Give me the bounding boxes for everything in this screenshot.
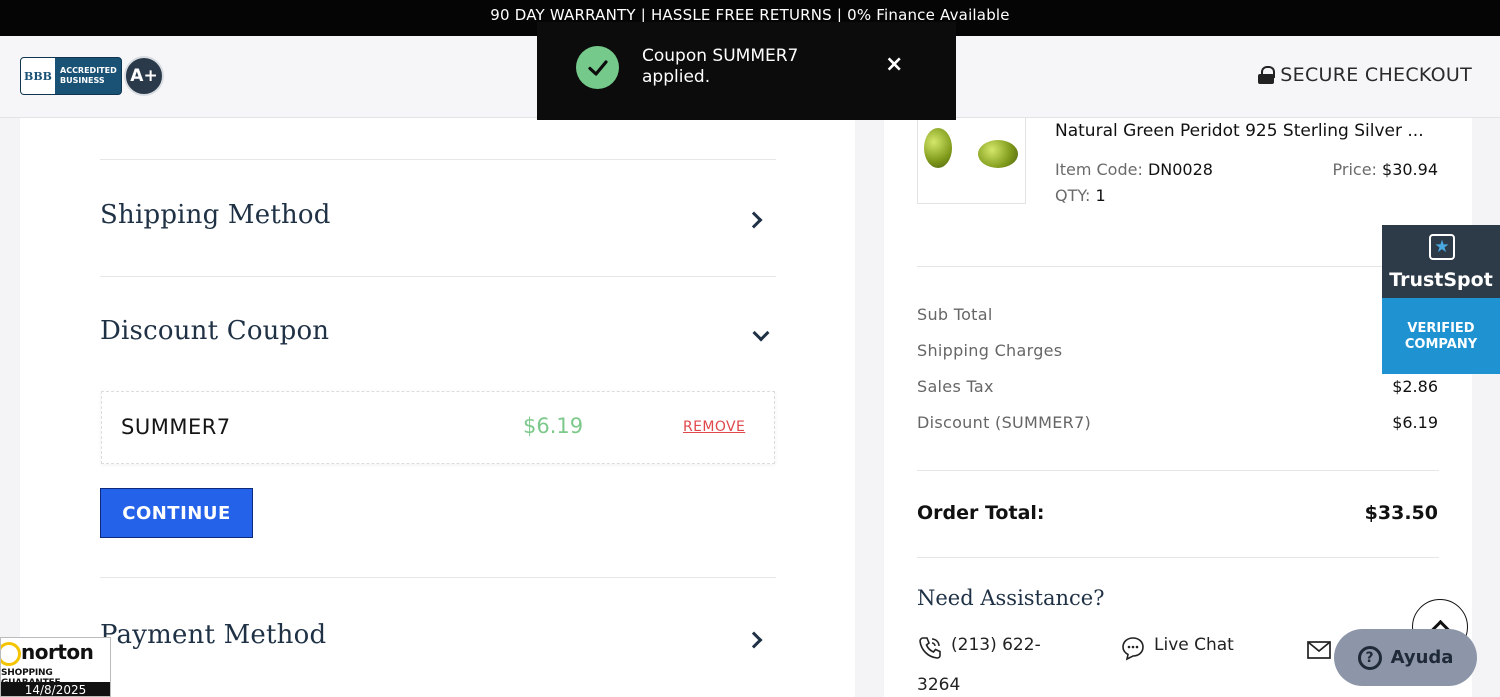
discount-value: $6.19 [1392, 413, 1438, 432]
phone-icon [919, 637, 941, 659]
chevron-right-icon[interactable] [745, 211, 763, 229]
bbb-rating: A+ [124, 56, 164, 96]
email-link[interactable] [1306, 637, 1332, 663]
divider [917, 557, 1439, 558]
item-code: Item Code: DN0028 [1055, 160, 1213, 179]
check-circle-icon [576, 46, 619, 89]
phone-contact[interactable]: (213) 622- 3264 [917, 635, 1041, 695]
product-image[interactable] [917, 118, 1026, 204]
price-label: Price: [1332, 160, 1377, 179]
divider [917, 470, 1439, 471]
close-icon[interactable]: × [885, 54, 903, 76]
phone-number-line2: 3264 [917, 675, 961, 695]
bbb-accredited-badge[interactable]: BBB ACCREDITED BUSINESS [20, 57, 122, 95]
sales-tax-value: $2.86 [1392, 377, 1438, 396]
qty-label: QTY: [1055, 186, 1091, 205]
toast-message: Coupon SUMMER7 applied. [642, 46, 799, 87]
payment-method-section[interactable]: Payment Method [100, 577, 776, 697]
order-total-value: $33.50 [1364, 502, 1438, 524]
trustspot-line1: VERIFIED [1407, 321, 1475, 336]
trustspot-verified-badge[interactable]: ★ TrustSpot VERIFIED COMPANY [1382, 225, 1500, 374]
live-chat-link[interactable]: Live Chat [1120, 635, 1234, 661]
question-icon: ? [1357, 645, 1382, 670]
order-total-label: Order Total: [917, 502, 1045, 524]
discount-coupon-section[interactable]: Discount Coupon [100, 276, 776, 376]
shipping-method-title: Shipping Method [100, 200, 331, 230]
bbb-seal: BBB [21, 58, 55, 94]
secure-checkout-label: SECURE CHECKOUT [1280, 64, 1472, 86]
coupon-applied-toast: Coupon SUMMER7 applied. × [537, 22, 956, 120]
help-label: Ayuda [1390, 647, 1454, 668]
product-price: Price: $30.94 [1333, 160, 1439, 179]
coupon-amount: $6.19 [523, 414, 584, 438]
applied-coupon: SUMMER7 $6.19 REMOVE [101, 391, 775, 464]
remove-coupon-link[interactable]: REMOVE [683, 419, 745, 435]
peridot-gem-right [978, 140, 1018, 168]
phone-number-line1: (213) 622- [951, 635, 1041, 655]
trustspot-name: TrustSpot [1389, 269, 1493, 291]
divider [917, 266, 1439, 267]
help-widget-button[interactable]: ? Ayuda [1334, 629, 1477, 686]
coupon-code: SUMMER7 [121, 415, 231, 439]
norton-check-icon [1, 642, 21, 666]
norton-name: norton [21, 640, 94, 664]
chat-bubble-icon [1122, 637, 1144, 661]
trustspot-header: ★ TrustSpot [1382, 225, 1500, 298]
trustspot-line2: COMPANY [1404, 337, 1478, 352]
chevron-down-icon[interactable] [752, 324, 770, 342]
price-value: $30.94 [1382, 160, 1438, 179]
star-icon: ★ [1429, 234, 1455, 260]
item-code-value: DN0028 [1147, 160, 1213, 179]
item-code-label: Item Code: [1055, 160, 1143, 179]
bbb-text: ACCREDITED BUSINESS [55, 66, 117, 86]
continue-button[interactable]: CONTINUE [100, 488, 253, 538]
norton-date: 14/8/2025 [1, 682, 110, 696]
shipping-charges-label: Shipping Charges [917, 341, 1063, 360]
checkout-steps-panel: Shipping Method Discount Coupon SUMMER7 … [20, 118, 855, 697]
bbb-line1: ACCREDITED [60, 66, 117, 75]
phone-number[interactable]: (213) 622- 3264 [917, 635, 1041, 695]
norton-shopping-guarantee-badge[interactable]: norton SHOPPING GUARANTEE 14/8/2025 [0, 637, 111, 697]
live-chat-label: Live Chat [1154, 635, 1234, 655]
product-qty: QTY: 1 [1055, 186, 1106, 205]
secure-checkout: SECURE CHECKOUT [1258, 64, 1472, 86]
product-name[interactable]: Natural Green Peridot 925 Sterling Silve… [1055, 121, 1424, 141]
bbb-line2: BUSINESS [60, 76, 105, 85]
qty-value: 1 [1095, 186, 1106, 205]
peridot-gem-left [924, 128, 952, 168]
lock-icon [1258, 66, 1276, 84]
mail-icon [1307, 641, 1331, 659]
need-assistance-title: Need Assistance? [917, 586, 1105, 610]
sales-tax-label: Sales Tax [917, 377, 994, 396]
order-summary-panel: Natural Green Peridot 925 Sterling Silve… [884, 118, 1472, 697]
payment-method-title: Payment Method [100, 620, 327, 650]
subtotal-label: Sub Total [917, 305, 993, 324]
trustspot-verified: VERIFIED COMPANY [1382, 298, 1500, 374]
discount-coupon-title: Discount Coupon [100, 316, 330, 346]
shipping-method-section[interactable]: Shipping Method [100, 159, 776, 275]
discount-label: Discount (SUMMER7) [917, 413, 1092, 432]
chevron-right-icon[interactable] [745, 631, 763, 649]
